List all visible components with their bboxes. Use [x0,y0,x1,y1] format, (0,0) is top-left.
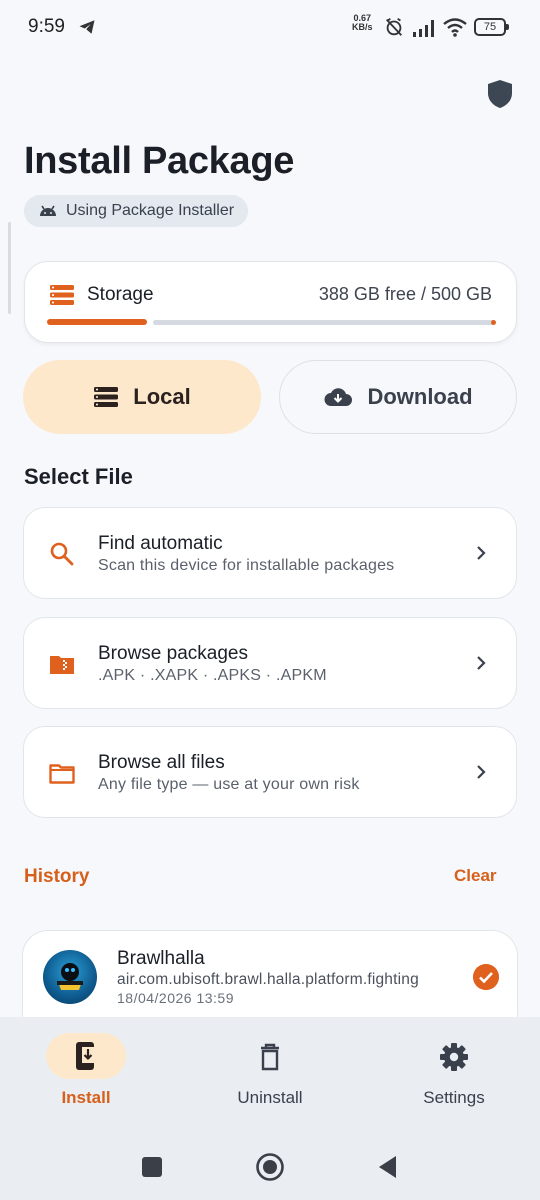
nav-install[interactable]: Install [16,1017,156,1129]
brawlhalla-logo-icon [57,963,83,990]
installer-chip[interactable]: Using Package Installer [24,195,249,227]
option-title: Find automatic [98,533,223,554]
storage-bar-end-dot [491,320,496,325]
select-file-heading: Select File [24,464,133,489]
bottom-navigation: Install Uninstall Settings [0,1017,540,1129]
battery-indicator: 75 [474,18,509,36]
clear-history-button[interactable]: Clear [454,866,497,886]
option-subtitle: .APK · .XAPK · .APKS · .APKM [98,667,327,684]
find-automatic-option[interactable]: Find automatic Scan this device for inst… [23,507,517,599]
history-install-date: 18/04/2026 13:59 [117,990,234,1006]
status-time: 9:59 [28,16,65,37]
nav-settings-label: Settings [423,1088,485,1107]
chevron-right-icon [477,546,486,560]
option-subtitle: Any file type — use at your own risk [98,776,360,793]
shield-icon[interactable] [486,78,514,110]
storage-progress-bar [47,319,496,325]
recents-icon[interactable] [141,1156,163,1178]
check-circle-icon [473,964,499,990]
zip-folder-icon [50,656,74,674]
net-speed-unit: KB/s [352,22,373,32]
scroll-indicator [8,222,11,314]
nav-settings[interactable]: Settings [384,1017,524,1129]
option-subtitle: Scan this device for installable package… [98,557,395,574]
cloud-download-icon [324,388,353,406]
home-icon[interactable] [255,1152,285,1182]
history-package-name: air.com.ubisoft.brawl.halla.platform.fig… [117,971,419,988]
chevron-right-icon [477,656,486,670]
browse-all-files-option[interactable]: Browse all files Any file type — use at … [23,726,517,818]
wifi-icon [443,18,467,37]
browse-packages-option[interactable]: Browse packages .APK · .XAPK · .APKS · .… [23,617,517,709]
installer-chip-label: Using Package Installer [66,202,235,219]
gear-icon [440,1043,468,1071]
signal-icon [413,20,434,37]
android-icon [40,205,56,216]
storage-used-fill [47,319,147,325]
history-app-name: Brawlhalla [117,948,205,969]
local-source-button[interactable]: Local [23,360,261,434]
storage-icon [50,285,74,305]
storage-label: Storage [87,284,154,305]
page-title: Install Package [24,140,295,182]
folder-icon [49,764,75,784]
system-navigation-bar [0,1129,540,1200]
option-title: Browse packages [98,643,248,664]
network-speed: 0.67 KB/s [352,14,373,32]
install-phone-icon [76,1042,96,1070]
status-bar: 9:59 0.67 KB/s 75 [0,0,540,56]
trash-icon [261,1043,279,1071]
search-icon [50,542,74,566]
telegram-icon [79,20,95,34]
nav-uninstall[interactable]: Uninstall [200,1017,340,1129]
option-title: Browse all files [98,752,225,773]
download-source-label: Download [367,384,473,409]
nav-install-label: Install [61,1088,111,1107]
storage-free-track [153,320,495,325]
nav-uninstall-label: Uninstall [237,1088,303,1107]
chevron-right-icon [477,765,486,779]
back-icon[interactable] [376,1154,398,1180]
alarm-off-icon [385,17,403,36]
download-source-button[interactable]: Download [279,360,517,434]
app-icon [43,950,97,1004]
history-heading: History [24,866,90,887]
storage-value: 388 GB free / 500 GB [318,284,492,304]
storage-card: Storage 388 GB free / 500 GB [24,261,517,343]
local-source-label: Local [133,384,191,409]
server-icon [94,387,119,407]
